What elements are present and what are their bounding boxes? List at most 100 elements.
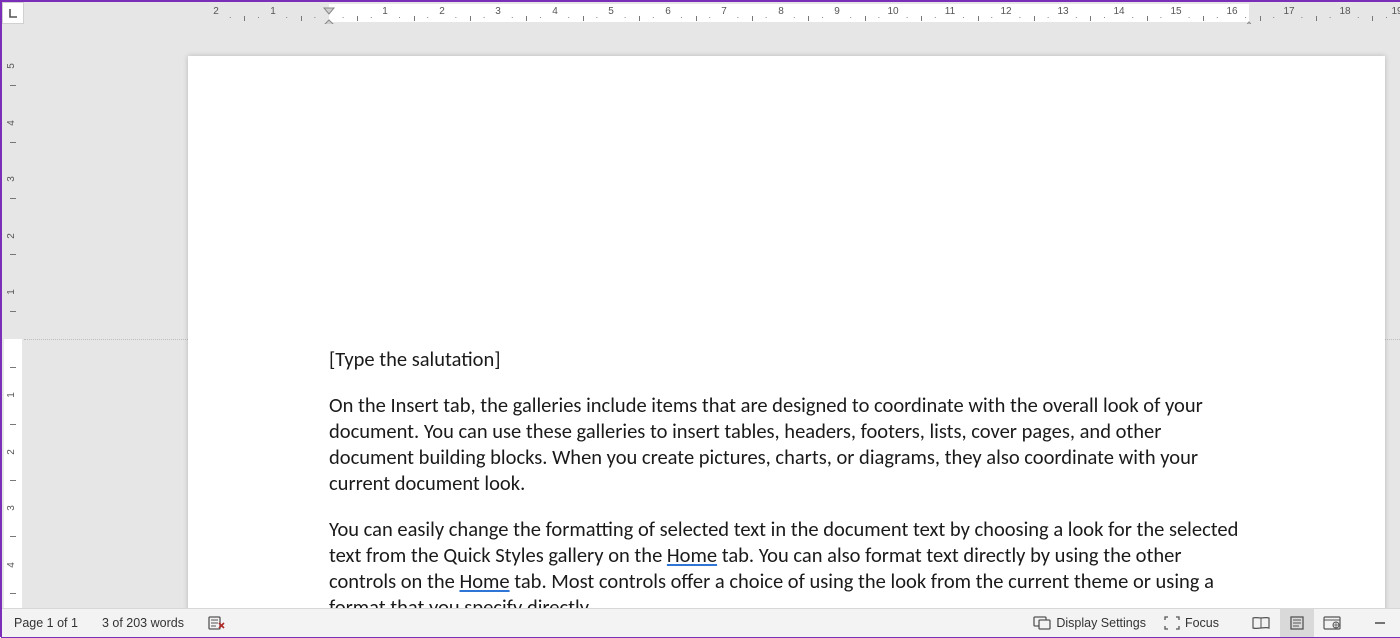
- hruler-dot: ·: [990, 12, 993, 22]
- hruler-dot: ·: [821, 12, 824, 22]
- hruler-tick: [414, 16, 415, 21]
- hruler-tick: [639, 16, 640, 21]
- vruler-tick: [10, 593, 16, 594]
- body-paragraph-2[interactable]: You can easily change the formatting of …: [329, 516, 1247, 608]
- hruler-dot: ·: [1018, 12, 1021, 22]
- hruler-tick: [1316, 16, 1317, 21]
- vruler-num: 3: [6, 505, 17, 511]
- hruler-dot: ·: [962, 12, 965, 22]
- hruler-num: 5: [608, 6, 614, 17]
- hruler-tick: [1034, 16, 1035, 21]
- home-tab-link-2[interactable]: Home: [459, 568, 509, 594]
- page-number-label: Page 1 of 1: [14, 616, 78, 630]
- hruler-dot: ·: [1272, 12, 1275, 22]
- hruler-tick: [808, 16, 809, 21]
- hruler-dot: ·: [229, 12, 232, 22]
- tab-stop-selector[interactable]: [2, 2, 24, 24]
- hruler-tick: [978, 16, 979, 21]
- vruler-tick: [10, 198, 16, 199]
- hruler-dot: ·: [313, 12, 316, 22]
- vruler-tick: [10, 367, 16, 368]
- home-tab-link-1[interactable]: Home: [667, 542, 717, 568]
- vruler-tick: [10, 480, 16, 481]
- hruler-num: 9: [834, 6, 840, 17]
- hruler-num: 11: [945, 6, 955, 17]
- vruler-num: 2: [6, 233, 17, 239]
- hruler-dot: ·: [257, 12, 260, 22]
- hruler-tick: [1090, 16, 1091, 21]
- hruler-tick: [865, 16, 866, 21]
- hruler-num: 17: [1283, 6, 1294, 17]
- display-settings-icon: [1033, 616, 1051, 630]
- page-number-status[interactable]: Page 1 of 1: [2, 609, 90, 637]
- hruler-tick: [1203, 16, 1204, 21]
- hruler-dot: ·: [793, 12, 796, 22]
- hruler-tick: [752, 16, 753, 21]
- vertical-ruler[interactable]: 5 4 3 2 1 1 2 3 4: [2, 24, 25, 608]
- document-canvas[interactable]: [Type the salutation] On the Insert tab,…: [24, 24, 1400, 608]
- hruler-dot: ·: [1385, 12, 1388, 22]
- hruler-tick: [583, 16, 584, 21]
- vruler-tick: [10, 142, 16, 143]
- vruler-num: 4: [6, 562, 17, 568]
- hruler-tick: [1147, 16, 1148, 21]
- read-mode-button[interactable]: [1242, 609, 1280, 637]
- hruler-dot: ·: [624, 12, 627, 22]
- hruler-dot: ·: [454, 12, 457, 22]
- hruler-tick: [357, 16, 358, 21]
- focus-mode-button[interactable]: Focus: [1155, 609, 1228, 637]
- hruler-dot: ·: [539, 12, 542, 22]
- vruler-num: 2: [6, 449, 17, 455]
- page-content[interactable]: [Type the salutation] On the Insert tab,…: [329, 346, 1247, 608]
- hruler-dot: ·: [1075, 12, 1078, 22]
- vruler-num: 1: [6, 289, 17, 295]
- zoom-out-button[interactable]: [1360, 609, 1400, 637]
- tab-l-icon: [8, 8, 18, 18]
- hruler-num: 4: [552, 6, 558, 17]
- hruler-dot: ·: [1188, 12, 1191, 22]
- hruler-tick: [470, 16, 471, 21]
- minus-icon: [1374, 617, 1386, 629]
- hruler-tick: [526, 16, 527, 21]
- web-layout-button[interactable]: [1314, 609, 1350, 637]
- print-layout-button[interactable]: [1280, 609, 1314, 637]
- hruler-dot: ·: [483, 12, 486, 22]
- vruler-num: 3: [6, 176, 17, 182]
- hruler-dot: ·: [595, 12, 598, 22]
- hruler-dot: ·: [906, 12, 909, 22]
- hruler-dot: ·: [1047, 12, 1050, 22]
- hruler-page-area: [188, 4, 1385, 22]
- horizontal-ruler[interactable]: 2 1 1 2 3 4 5 6 7 8 9 10 11 12 13 14 15 …: [2, 2, 1400, 25]
- hruler-tick: [301, 16, 302, 21]
- web-layout-icon: [1323, 616, 1341, 630]
- hruler-num: 2: [213, 6, 219, 17]
- word-count-label: 3 of 203 words: [102, 616, 184, 630]
- hruler-dot: ·: [1329, 12, 1332, 22]
- print-layout-icon: [1289, 616, 1305, 630]
- salutation-placeholder[interactable]: [Type the salutation]: [329, 346, 1247, 372]
- proofing-status[interactable]: [196, 609, 238, 637]
- hruler-num: 1: [382, 6, 388, 17]
- hruler-dot: ·: [1300, 12, 1303, 22]
- hruler-dot: ·: [1244, 12, 1247, 22]
- proofing-icon: [208, 615, 226, 631]
- hruler-dot: ·: [511, 12, 514, 22]
- hruler-num: 3: [495, 6, 501, 17]
- display-settings-button[interactable]: Display Settings: [1024, 609, 1155, 637]
- hruler-dot: ·: [680, 12, 683, 22]
- hruler-num: 13: [1057, 6, 1068, 17]
- hruler-num: 18: [1339, 6, 1350, 17]
- hruler-num: 16: [1226, 6, 1237, 17]
- hruler-dot: ·: [934, 12, 937, 22]
- vruler-num: 5: [6, 63, 17, 69]
- vruler-num: 4: [6, 120, 17, 126]
- page[interactable]: [Type the salutation] On the Insert tab,…: [188, 56, 1385, 608]
- hruler-dot: ·: [1216, 12, 1219, 22]
- hruler-num: 6: [665, 6, 671, 17]
- hruler-tick: [696, 16, 697, 21]
- hruler-num: 10: [887, 6, 898, 17]
- hruler-num: 14: [1113, 6, 1124, 17]
- body-paragraph-1[interactable]: On the Insert tab, the galleries include…: [329, 392, 1247, 496]
- word-count-status[interactable]: 3 of 203 words: [90, 609, 196, 637]
- hruler-dot: ·: [652, 12, 655, 22]
